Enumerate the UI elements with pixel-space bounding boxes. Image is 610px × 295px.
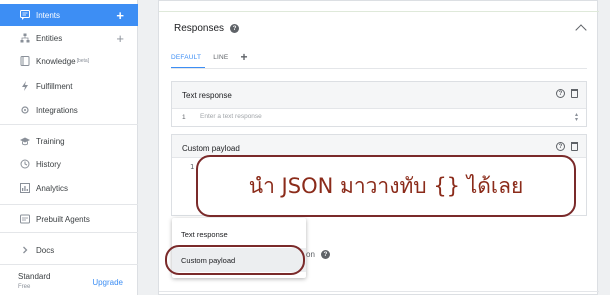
section-divider xyxy=(159,11,599,12)
sidebar-item-training[interactable]: Training xyxy=(0,130,138,152)
sidebar-divider xyxy=(0,124,138,125)
sidebar-divider xyxy=(0,232,138,233)
plan-tier: Free xyxy=(18,284,31,290)
beta-badge: [beta] xyxy=(76,58,90,64)
intents-icon xyxy=(20,10,30,20)
text-response-card: Text response ? 1 Enter a text response … xyxy=(171,81,587,127)
knowledge-icon xyxy=(20,56,30,66)
tab-default[interactable]: DEFAULT xyxy=(171,49,201,65)
entities-icon xyxy=(20,33,30,43)
sidebar: Intents + Entities + Knowledge [beta] Fu… xyxy=(0,0,138,295)
sidebar-item-fulfillment[interactable]: Fulfillment xyxy=(0,75,138,97)
tab-line[interactable]: LINE xyxy=(213,49,228,65)
sidebar-item-label: Fulfillment xyxy=(36,81,73,91)
upgrade-link[interactable]: Upgrade xyxy=(92,278,123,287)
sidebar-item-label: Intents xyxy=(36,10,61,20)
analytics-icon xyxy=(20,183,30,193)
responses-header: Responses ? xyxy=(174,23,240,34)
help-icon[interactable]: ? xyxy=(556,142,565,151)
fulfillment-icon xyxy=(20,81,30,91)
card-actions: ? xyxy=(556,89,578,98)
sidebar-item-intents[interactable]: Intents + xyxy=(0,4,138,26)
sidebar-divider xyxy=(0,204,138,205)
sidebar-item-label: Analytics xyxy=(36,183,69,193)
sidebar-item-entities[interactable]: Entities + xyxy=(0,27,138,49)
help-icon[interactable]: ? xyxy=(230,24,240,33)
chevron-up-icon[interactable] xyxy=(575,24,587,36)
section-divider xyxy=(159,291,599,292)
annotation-callout: นำ JSON มาวางทับ {} ได้เลย xyxy=(196,155,576,217)
card-actions: ? xyxy=(556,142,578,151)
sidebar-item-integrations[interactable]: Integrations xyxy=(0,99,138,121)
add-platform-icon[interactable]: + xyxy=(240,50,247,64)
sidebar-item-prebuilt-agents[interactable]: Prebuilt Agents xyxy=(0,208,138,230)
menu-item-text-response[interactable]: Text response xyxy=(172,222,306,246)
integrations-icon xyxy=(20,105,30,115)
text-response-row: 1 Enter a text response ▴ ▾ xyxy=(172,108,586,126)
card-title: Text response xyxy=(182,91,232,100)
history-icon xyxy=(20,159,30,169)
sidebar-item-docs[interactable]: Docs xyxy=(0,239,138,261)
annotation-highlight-ring xyxy=(165,245,305,275)
tabs-divider xyxy=(171,68,587,69)
add-intent-icon[interactable]: + xyxy=(116,9,124,22)
chevron-right-icon xyxy=(20,245,30,255)
trash-icon[interactable] xyxy=(571,142,578,151)
sidebar-item-history[interactable]: History xyxy=(0,153,138,175)
responses-title: Responses xyxy=(174,23,225,34)
sidebar-item-analytics[interactable]: Analytics xyxy=(0,177,138,199)
stepper-icon[interactable]: ▴ ▾ xyxy=(575,112,578,123)
add-responses-hint: on ? xyxy=(306,250,330,259)
sidebar-item-label: Prebuilt Agents xyxy=(36,214,90,224)
response-tabs: DEFAULT LINE + xyxy=(171,49,248,65)
sidebar-item-label: Docs xyxy=(36,245,55,255)
row-number: 1 xyxy=(182,114,186,121)
sidebar-item-knowledge[interactable]: Knowledge [beta] xyxy=(0,50,138,72)
prebuilt-agents-icon xyxy=(20,214,30,224)
callout-text: นำ JSON มาวางทับ {} ได้เลย xyxy=(248,173,524,198)
add-entity-icon[interactable]: + xyxy=(116,32,124,45)
text-response-input[interactable]: Enter a text response xyxy=(200,113,262,120)
training-icon xyxy=(20,136,30,146)
hint-fragment: on xyxy=(306,250,315,259)
sidebar-item-label: Entities xyxy=(36,33,63,43)
card-title: Custom payload xyxy=(182,144,240,153)
help-icon[interactable]: ? xyxy=(320,250,330,259)
help-icon[interactable]: ? xyxy=(556,89,565,98)
sidebar-item-label: Training xyxy=(36,136,65,146)
sidebar-item-label: Integrations xyxy=(36,105,78,115)
trash-icon[interactable] xyxy=(571,89,578,98)
sidebar-item-label: Knowledge xyxy=(36,56,76,66)
sidebar-item-label: History xyxy=(36,159,61,169)
line-number: 1 xyxy=(190,163,195,171)
dialogflow-console: Intents + Entities + Knowledge [beta] Fu… xyxy=(0,0,610,295)
plan-name: Standard xyxy=(18,272,51,281)
sidebar-divider xyxy=(0,264,138,265)
